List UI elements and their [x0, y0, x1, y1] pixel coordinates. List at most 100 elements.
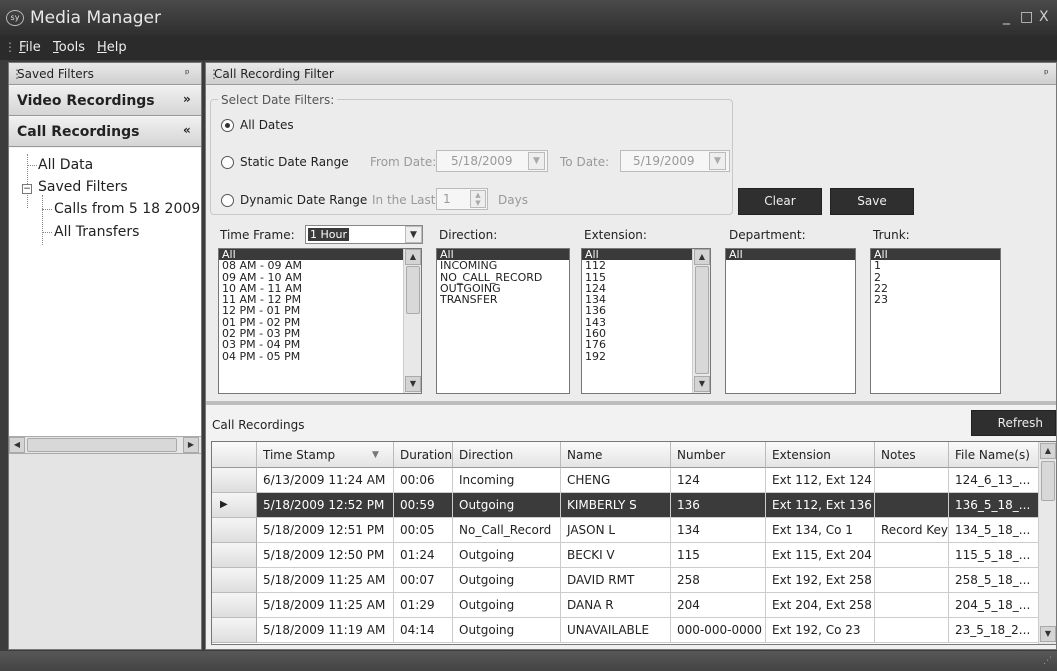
scroll-thumb[interactable] — [406, 266, 420, 314]
scroll-thumb[interactable] — [695, 266, 709, 374]
table-cell — [875, 493, 949, 518]
list-item[interactable]: INCOMING — [437, 260, 569, 272]
row-header[interactable]: ▶ — [212, 493, 257, 518]
minimize-button[interactable]: _ — [1003, 9, 1010, 25]
col-header-name[interactable]: Name — [561, 442, 671, 468]
collapse-icon[interactable]: − — [22, 184, 32, 194]
col-header-direction[interactable]: Direction — [453, 442, 561, 468]
horizontal-scrollbar[interactable]: ◀ ▶ — [9, 436, 201, 454]
scroll-up-icon[interactable]: ▲ — [694, 249, 710, 265]
menu-tools[interactable]: Tools — [53, 40, 85, 55]
list-item[interactable]: 04 PM - 05 PM — [219, 350, 421, 362]
chevron-double-up-icon[interactable]: « — [183, 123, 191, 137]
scroll-up-icon[interactable]: ▲ — [1040, 443, 1056, 459]
extension-list-scrollbar[interactable]: ▲ ▼ — [692, 249, 710, 393]
to-date-dropdown-icon[interactable]: ▼ — [709, 152, 726, 170]
tree-item-all-transfers[interactable]: All Transfers — [54, 224, 139, 240]
table-cell: DANA R — [561, 593, 671, 618]
grid-scrollbar[interactable]: ▲ ▼ — [1038, 442, 1056, 644]
scroll-right-icon[interactable]: ▶ — [183, 437, 199, 453]
time-frame-select[interactable]: 1 Hour ▼ — [305, 225, 423, 244]
table-cell: 04:14 — [394, 618, 453, 643]
menu-help[interactable]: Help — [97, 40, 127, 55]
col-header-number[interactable]: Number — [671, 442, 766, 468]
video-recordings-section[interactable]: Video Recordings » — [9, 86, 201, 116]
list-item[interactable]: 22 — [871, 283, 1000, 295]
row-header[interactable] — [212, 593, 257, 618]
resize-grip-icon[interactable]: ⋰ — [1043, 656, 1052, 666]
table-cell: KIMBERLY S — [561, 493, 671, 518]
app-logo-icon: sy — [6, 10, 24, 26]
row-header[interactable] — [212, 618, 257, 643]
table-cell: Ext 192, Ext 258 — [766, 568, 875, 593]
table-cell: 5/18/2009 11:25 AM — [257, 593, 394, 618]
menu-file[interactable]: File — [19, 40, 41, 55]
table-cell: Outgoing — [453, 568, 561, 593]
all-dates-radio[interactable] — [221, 119, 234, 132]
tree-item-saved-filters[interactable]: Saved Filters — [38, 179, 128, 195]
dynamic-range-radio[interactable] — [221, 194, 234, 207]
scroll-left-icon[interactable]: ◀ — [9, 437, 25, 453]
row-header[interactable] — [212, 468, 257, 493]
refresh-button[interactable]: Refresh — [971, 410, 1056, 436]
tree-item-calls-from-5-18-2009[interactable]: Calls from 5 18 2009 — [54, 201, 200, 217]
pin-icon[interactable]: ᵖ — [185, 67, 190, 80]
col-header-extension[interactable]: Extension — [766, 442, 875, 468]
chevron-double-down-icon[interactable]: » — [183, 92, 191, 106]
spin-updown-icon[interactable]: ▲ ▼ — [470, 190, 486, 208]
trunk-list[interactable]: All 1 2 22 23 — [870, 248, 1001, 394]
window-title: Media Manager — [30, 8, 161, 28]
scroll-thumb[interactable] — [27, 438, 177, 452]
scroll-down-icon[interactable]: ▼ — [405, 376, 421, 392]
department-list[interactable]: All — [725, 248, 856, 394]
date-filter-group-label: Select Date Filters: — [218, 93, 338, 107]
list-item[interactable]: 2 — [871, 271, 1000, 283]
tree-item-all-data[interactable]: All Data — [38, 157, 93, 173]
col-header-duration[interactable]: Duration — [394, 442, 453, 468]
row-header[interactable] — [212, 518, 257, 543]
save-button[interactable]: Save — [830, 188, 914, 215]
scroll-down-icon[interactable]: ▼ — [1040, 626, 1056, 642]
from-date-label: From Date: — [370, 155, 437, 169]
time-frame-list[interactable]: All 08 AM - 09 AM 09 AM - 10 AM 10 AM - … — [218, 248, 422, 394]
list-item[interactable]: 192 — [582, 350, 710, 362]
table-cell: No_Call_Record — [453, 518, 561, 543]
row-header[interactable] — [212, 568, 257, 593]
time-list-scrollbar[interactable]: ▲ ▼ — [403, 249, 421, 393]
scroll-up-icon[interactable]: ▲ — [405, 249, 421, 265]
all-dates-label: All Dates — [240, 118, 294, 132]
list-item[interactable]: 08 AM - 09 AM — [219, 260, 421, 272]
list-item[interactable]: 176 — [582, 339, 710, 351]
col-header-file-names[interactable]: File Name(s) — [949, 442, 1039, 468]
call-recordings-section[interactable]: Call Recordings « — [9, 117, 201, 147]
table-cell: 5/18/2009 11:25 AM — [257, 568, 394, 593]
list-item[interactable]: All — [726, 249, 855, 260]
clear-button[interactable]: Clear — [738, 188, 822, 215]
trunk-label: Trunk: — [873, 228, 910, 242]
to-date-label: To Date: — [560, 155, 610, 169]
direction-list[interactable]: All INCOMING NO_CALL_RECORD OUTGOING TRA… — [436, 248, 570, 394]
row-header[interactable] — [212, 543, 257, 568]
list-item[interactable]: All — [871, 249, 1000, 260]
list-item[interactable]: 112 — [582, 260, 710, 272]
table-cell: 5/18/2009 12:50 PM — [257, 543, 394, 568]
video-recordings-label: Video Recordings — [17, 93, 155, 109]
time-frame-dropdown-icon[interactable]: ▼ — [405, 226, 422, 243]
static-range-radio[interactable] — [221, 156, 234, 169]
list-item[interactable]: 23 — [871, 294, 1000, 306]
saved-filters-header: ⋮ Saved Filters ᵖ — [9, 63, 201, 85]
col-header-notes[interactable]: Notes — [875, 442, 949, 468]
time-frame-value: 1 Hour — [308, 228, 349, 241]
col-header-time-stamp[interactable]: Time Stamp ▼ — [257, 442, 394, 468]
saved-filters-title: Saved Filters — [17, 67, 94, 81]
maximize-button[interactable]: □ — [1020, 9, 1033, 25]
list-item[interactable]: 1 — [871, 260, 1000, 272]
pin-icon[interactable]: ᵖ — [1044, 67, 1049, 80]
scroll-thumb[interactable] — [1041, 461, 1055, 501]
close-button[interactable]: X — [1039, 9, 1049, 25]
list-item[interactable]: 03 PM - 04 PM — [219, 339, 421, 351]
extension-list[interactable]: All 112 115 124 134 136 143 160 176 192 … — [581, 248, 711, 394]
scroll-down-icon[interactable]: ▼ — [694, 376, 710, 392]
from-date-dropdown-icon[interactable]: ▼ — [528, 152, 545, 170]
list-item[interactable]: TRANSFER — [437, 294, 569, 306]
